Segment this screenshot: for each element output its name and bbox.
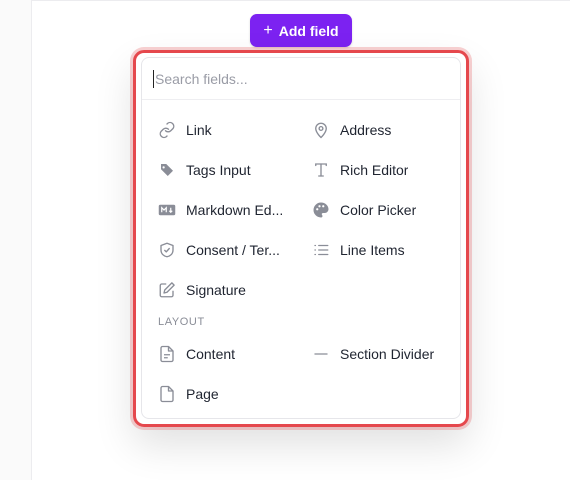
field-item-page[interactable]: Page bbox=[142, 374, 296, 414]
empty-cell bbox=[296, 270, 450, 310]
field-item-label: Color Picker bbox=[340, 202, 417, 218]
field-item-label: Content bbox=[186, 346, 236, 362]
shield-check-icon bbox=[158, 241, 176, 259]
add-field-label: Add field bbox=[278, 22, 339, 39]
field-grid: Link Address Tags Input Rich Editor Mark… bbox=[142, 110, 460, 414]
field-item-label: Section Divider bbox=[340, 346, 435, 362]
field-item-section-divider[interactable]: Section Divider bbox=[296, 334, 450, 374]
layout-section-title: LAYOUT bbox=[158, 316, 205, 328]
search-row bbox=[142, 58, 460, 100]
field-item-markdown-editor[interactable]: Markdown Ed... bbox=[142, 190, 296, 230]
field-item-label: Consent / Ter... bbox=[186, 242, 280, 258]
pencil-square-icon bbox=[158, 281, 176, 299]
markdown-icon bbox=[158, 201, 176, 219]
field-item-label: Signature bbox=[186, 282, 246, 298]
field-item-line-items[interactable]: Line Items bbox=[296, 230, 450, 270]
minus-icon bbox=[312, 345, 330, 363]
field-item-label: Tags Input bbox=[186, 162, 251, 178]
plus-icon: + bbox=[263, 21, 273, 39]
field-item-address[interactable]: Address bbox=[296, 110, 450, 150]
document-icon bbox=[158, 385, 176, 403]
link-icon bbox=[158, 121, 176, 139]
list-icon bbox=[312, 241, 330, 259]
field-picker-popover: Link Address Tags Input Rich Editor Mark… bbox=[141, 57, 461, 419]
field-item-link[interactable]: Link bbox=[142, 110, 296, 150]
field-item-label: Line Items bbox=[340, 242, 405, 258]
field-item-tags-input[interactable]: Tags Input bbox=[142, 150, 296, 190]
field-item-label: Markdown Ed... bbox=[186, 202, 284, 218]
add-field-button[interactable]: + Add field bbox=[250, 14, 352, 47]
field-item-content[interactable]: Content bbox=[142, 334, 296, 374]
tags-icon bbox=[158, 161, 176, 179]
field-item-label: Page bbox=[186, 386, 219, 402]
top-divider bbox=[32, 0, 570, 1]
text-type-icon bbox=[312, 161, 330, 179]
field-item-color-picker[interactable]: Color Picker bbox=[296, 190, 450, 230]
field-item-label: Address bbox=[340, 122, 392, 138]
field-item-label: Link bbox=[186, 122, 212, 138]
field-item-signature[interactable]: Signature bbox=[142, 270, 296, 310]
field-item-label: Rich Editor bbox=[340, 162, 409, 178]
field-item-consent-terms[interactable]: Consent / Ter... bbox=[142, 230, 296, 270]
left-sidebar-strip bbox=[0, 0, 32, 480]
search-fields-input[interactable] bbox=[153, 69, 433, 88]
palette-icon bbox=[312, 201, 330, 219]
map-pin-icon bbox=[312, 121, 330, 139]
field-item-rich-editor[interactable]: Rich Editor bbox=[296, 150, 450, 190]
document-text-icon bbox=[158, 345, 176, 363]
